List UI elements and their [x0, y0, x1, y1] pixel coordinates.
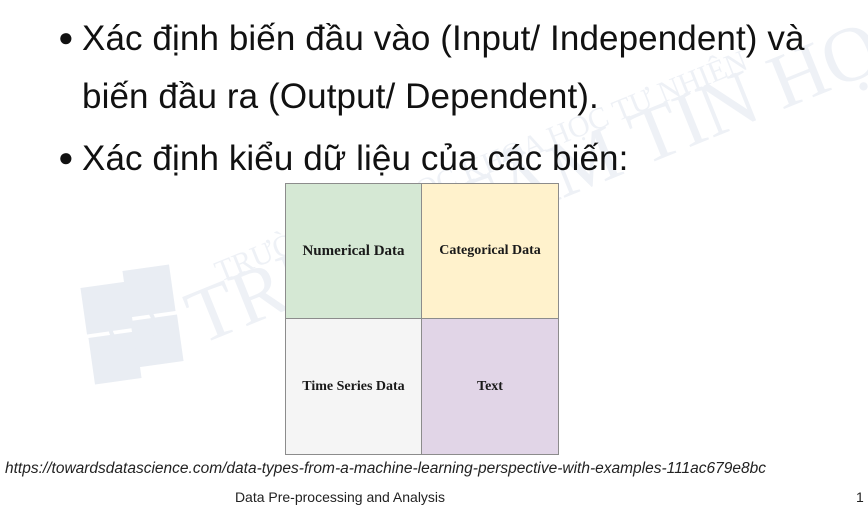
bullet-2-line-1: Xác định kiểu dữ liệu của các biến:	[82, 139, 629, 178]
cell-label: Categorical Data	[439, 243, 541, 258]
cell-text: Text	[422, 319, 558, 454]
cell-label: Text	[477, 378, 503, 394]
bullet-item-data-types: ● Xác định kiểu dữ liệu của các biến:	[58, 128, 858, 188]
bullet-item-variables: ● Xác định biến đầu vào (Input/ Independe…	[58, 8, 858, 126]
footer-title: Data Pre-processing and Analysis	[234, 489, 446, 505]
bullet-dot: ●	[58, 142, 74, 172]
bullet-1-line-1: Xác định biến đầu vào (Input/ Independen…	[82, 19, 805, 58]
cell-numerical-data: Numerical Data	[286, 184, 422, 319]
watermark-logo	[80, 264, 184, 385]
bullet-dot: ●	[58, 22, 74, 52]
cell-label: Numerical Data	[302, 242, 405, 259]
cell-categorical-data: Categorical Data	[422, 184, 558, 319]
cell-time-series-data: Time Series Data	[286, 319, 422, 454]
page-number: 1	[856, 489, 864, 505]
cell-label: Time Series Data	[302, 378, 405, 394]
source-link[interactable]: https://towardsdatascience.com/data-type…	[5, 459, 845, 479]
data-types-grid: Numerical Data Categorical Data Time Ser…	[285, 183, 559, 455]
bullet-1-line-2: biến đầu ra (Output/ Dependent).	[82, 77, 599, 116]
